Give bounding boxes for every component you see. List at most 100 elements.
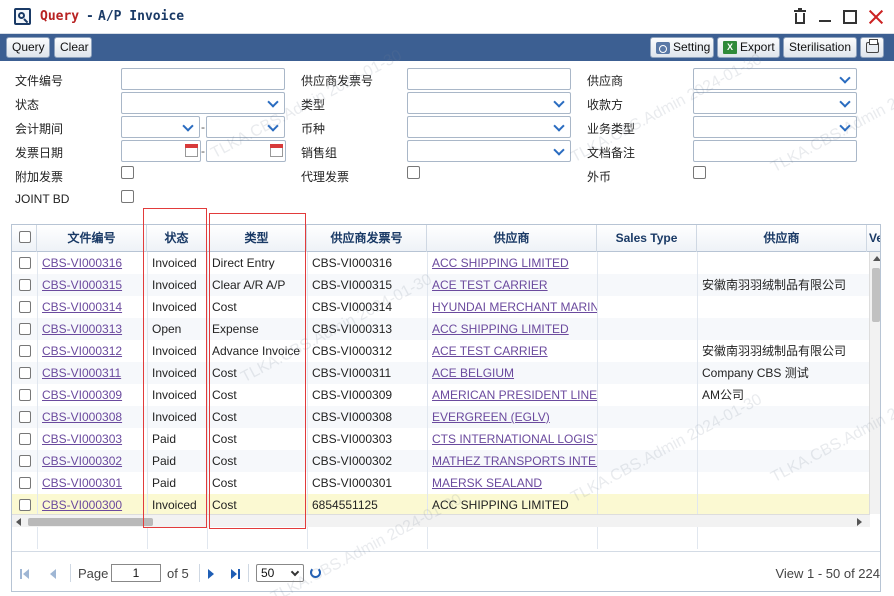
header-vendor-invoice-no[interactable]: 供应商发票号 — [307, 225, 427, 252]
header-ve[interactable]: Ve — [867, 225, 880, 252]
first-page-icon[interactable] — [20, 568, 32, 580]
status-select[interactable] — [121, 92, 285, 114]
row-checkbox[interactable] — [19, 301, 31, 313]
row-checkbox[interactable] — [19, 389, 31, 401]
header-doc-no[interactable]: 文件编号 — [37, 225, 147, 252]
period-to-select[interactable] — [206, 116, 285, 138]
cell-doc-no[interactable]: CBS-VI000301 — [37, 472, 147, 494]
row-checkbox[interactable] — [19, 345, 31, 357]
sterilisation-button[interactable]: Sterilisation — [783, 37, 857, 58]
table-row[interactable]: CBS-VI000303 Paid Cost CBS-VI000303 CTS INTE… — [12, 428, 870, 450]
header-vendor-2[interactable]: 供应商 — [697, 225, 867, 252]
print-button[interactable] — [860, 37, 884, 58]
cell-vendor[interactable]: CTS INTERNATIONAL LOGISTICS — [427, 428, 597, 450]
row-checkbox[interactable] — [19, 279, 31, 291]
period-from-select[interactable] — [121, 116, 200, 138]
cell-doc-no[interactable]: CBS-VI000316 — [37, 252, 147, 274]
cell-vendor[interactable]: HYUNDAI MERCHANT MARINE — [427, 296, 597, 318]
table-row[interactable]: CBS-VI000302 Paid Cost CBS-VI000302 MATHEZ T… — [12, 450, 870, 472]
cell-vendor[interactable]: MAERSK SEALAND — [427, 472, 597, 494]
cell-doc-no[interactable]: CBS-VI000302 — [37, 450, 147, 472]
refresh-icon[interactable] — [310, 567, 321, 578]
row-checkbox[interactable] — [19, 411, 31, 423]
table-row[interactable]: CBS-VI000313 Open Expense CBS-VI000313 ACC S… — [12, 318, 870, 340]
header-vendor[interactable]: 供应商 — [427, 225, 597, 252]
scroll-left-icon[interactable] — [16, 518, 21, 526]
setting-button[interactable]: Setting — [650, 37, 714, 58]
minimize-icon[interactable] — [815, 7, 835, 27]
horizontal-scrollbar[interactable] — [12, 514, 870, 527]
page-number-input[interactable]: 1 — [111, 564, 161, 582]
select-all-checkbox[interactable] — [19, 231, 31, 243]
cell-doc-no[interactable]: CBS-VI000314 — [37, 296, 147, 318]
table-row[interactable]: CBS-VI000311 Invoiced Cost CBS-VI000311 ACE … — [12, 362, 870, 384]
attach-invoice-checkbox[interactable] — [121, 166, 134, 179]
table-row[interactable]: CBS-VI000315 Invoiced Clear A/R A/P CBS-VI0… — [12, 274, 870, 296]
scroll-up-icon[interactable] — [873, 256, 880, 261]
close-icon[interactable] — [866, 7, 886, 27]
joint-bd-checkbox[interactable] — [121, 190, 134, 203]
table-row[interactable]: CBS-VI000308 Invoiced Cost CBS-VI000308 EVER… — [12, 406, 870, 428]
doc-remark-input[interactable] — [693, 140, 857, 162]
next-page-icon[interactable] — [206, 568, 218, 580]
header-select-all[interactable] — [12, 225, 37, 252]
cell-vendor[interactable]: AMERICAN PRESIDENT LINES — [427, 384, 597, 406]
row-checkbox[interactable] — [19, 499, 31, 511]
vendor-invoice-no-input[interactable] — [407, 68, 571, 90]
cell-doc-no[interactable]: CBS-VI000309 — [37, 384, 147, 406]
cell-doc-no[interactable]: CBS-VI000315 — [37, 274, 147, 296]
prev-page-icon[interactable] — [48, 568, 60, 580]
foreign-currency-checkbox[interactable] — [693, 166, 706, 179]
cell-vendor[interactable]: ACE BELGIUM — [427, 362, 597, 384]
cell-vendor[interactable]: ACE TEST CARRIER — [427, 340, 597, 362]
horizontal-scroll-thumb[interactable] — [28, 518, 153, 526]
cell-doc-no[interactable]: CBS-VI000300 — [37, 494, 147, 516]
vertical-scrollbar[interactable] — [869, 252, 880, 514]
table-row[interactable]: CBS-VI000316 Invoiced Direct Entry CBS-VI00… — [12, 252, 870, 274]
cell-vendor[interactable]: ACC SHIPPING LIMITED — [427, 252, 597, 274]
page-size-select[interactable]: 50 — [256, 564, 304, 582]
cell-doc-no[interactable]: CBS-VI000308 — [37, 406, 147, 428]
doc-no-input[interactable] — [121, 68, 285, 90]
vertical-scroll-thumb[interactable] — [872, 268, 880, 322]
cell-doc-no[interactable]: CBS-VI000312 — [37, 340, 147, 362]
calendar-icon[interactable] — [270, 144, 283, 157]
header-type[interactable]: 类型 — [207, 225, 307, 252]
table-row[interactable]: CBS-VI000300 Invoiced Cost 6854551125 ACC SH… — [12, 494, 870, 516]
table-row[interactable]: CBS-VI000309 Invoiced Cost CBS-VI000309 AMER… — [12, 384, 870, 406]
row-checkbox[interactable] — [19, 323, 31, 335]
trash-icon[interactable] — [790, 7, 810, 27]
table-row[interactable]: CBS-VI000314 Invoiced Cost CBS-VI000314 HYUN… — [12, 296, 870, 318]
invoice-date-from[interactable] — [121, 140, 201, 162]
invoice-date-to[interactable] — [206, 140, 286, 162]
business-type-select[interactable] — [693, 116, 857, 138]
scroll-right-icon[interactable] — [857, 518, 862, 526]
cell-doc-no[interactable]: CBS-VI000313 — [37, 318, 147, 340]
cell-vendor[interactable]: MATHEZ TRANSPORTS INTERNATIONAL — [427, 450, 597, 472]
sales-group-select[interactable] — [407, 140, 571, 162]
vendor-select[interactable] — [693, 68, 857, 90]
row-checkbox[interactable] — [19, 477, 31, 489]
row-checkbox[interactable] — [19, 455, 31, 467]
cell-doc-no[interactable]: CBS-VI000311 — [37, 362, 147, 384]
agent-invoice-checkbox[interactable] — [407, 166, 420, 179]
table-row[interactable]: CBS-VI000301 Paid Cost CBS-VI000301 MAERSK S… — [12, 472, 870, 494]
maximize-icon[interactable] — [840, 7, 860, 27]
header-sales-type[interactable]: Sales Type — [597, 225, 697, 252]
header-status[interactable]: 状态 — [147, 225, 207, 252]
export-button[interactable]: X Export — [717, 37, 780, 58]
cell-vendor[interactable]: ACC SHIPPING LIMITED — [427, 318, 597, 340]
table-row[interactable]: CBS-VI000312 Invoiced Advance Invoice CBS-V… — [12, 340, 870, 362]
payee-select[interactable] — [693, 92, 857, 114]
query-button[interactable]: Query — [6, 37, 50, 58]
calendar-icon[interactable] — [185, 144, 198, 157]
row-checkbox[interactable] — [19, 433, 31, 445]
type-select[interactable] — [407, 92, 571, 114]
cell-doc-no[interactable]: CBS-VI000303 — [37, 428, 147, 450]
cell-vendor[interactable]: ACE TEST CARRIER — [427, 274, 597, 296]
clear-button[interactable]: Clear — [54, 37, 92, 58]
last-page-icon[interactable] — [230, 568, 242, 580]
cell-vendor[interactable]: EVERGREEN (EGLV) — [427, 406, 597, 428]
currency-select[interactable] — [407, 116, 571, 138]
row-checkbox[interactable] — [19, 367, 31, 379]
